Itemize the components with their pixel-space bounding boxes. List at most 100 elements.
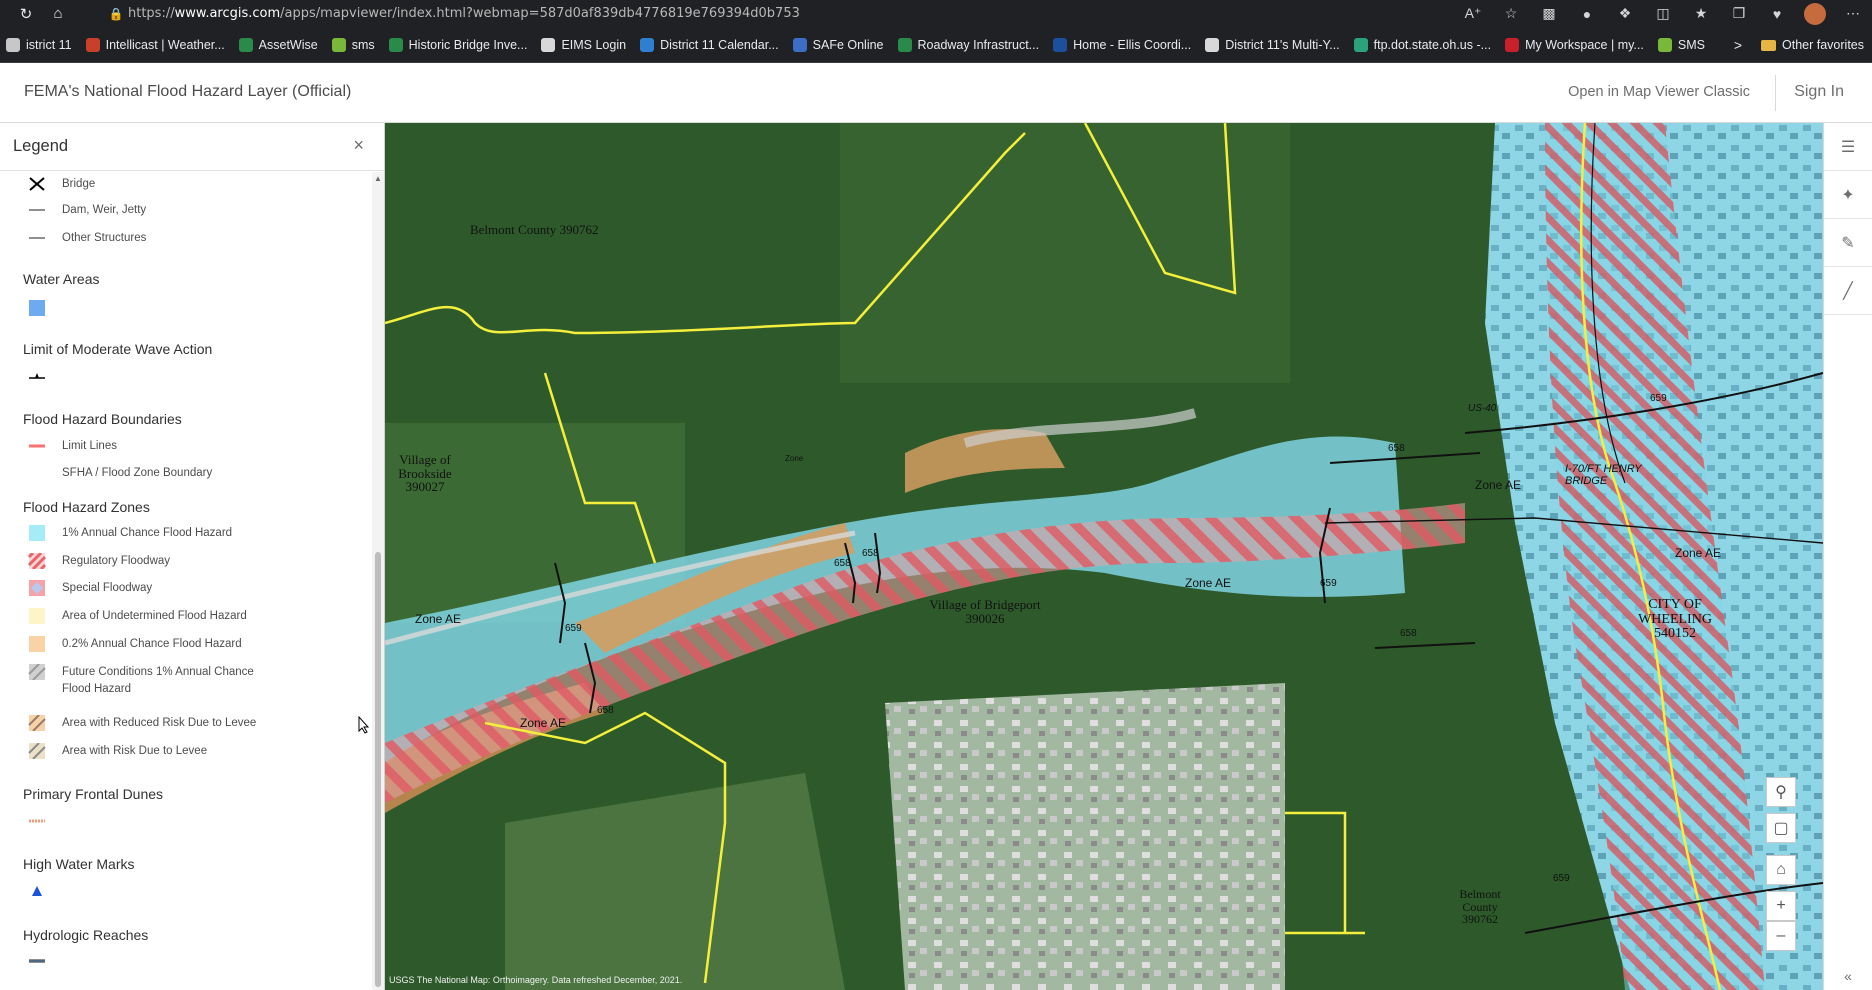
close-icon[interactable]: × bbox=[353, 135, 364, 156]
favorite-item[interactable]: District 11's Multi-Y... bbox=[1199, 27, 1347, 62]
legend-item-label: Area with Reduced Risk Due to Levee bbox=[62, 717, 257, 729]
address-bar[interactable]: 🔒 https://www.arcgis.com/apps/mapviewer/… bbox=[104, 2, 1444, 25]
favorite-icon bbox=[388, 37, 403, 52]
favorite-label: ftp.dot.state.oh.us -... bbox=[1373, 37, 1492, 52]
favorite-icon bbox=[1505, 37, 1520, 52]
zone-swatch-reduced-levee bbox=[28, 715, 46, 731]
favorite-item[interactable]: Home - Ellis Coordi... bbox=[1047, 27, 1199, 62]
favorite-label: AssetWise bbox=[258, 37, 318, 52]
reach-line-icon bbox=[29, 959, 45, 963]
open-classic-link[interactable]: Open in Map Viewer Classic bbox=[1568, 84, 1750, 100]
collections-icon[interactable]: ❐ bbox=[1720, 5, 1758, 22]
legend-item-label: Area with Risk Due to Levee bbox=[62, 745, 208, 757]
url-prefix: https:// bbox=[128, 6, 175, 21]
bulb-icon[interactable]: ● bbox=[1568, 6, 1606, 22]
line-icon bbox=[29, 237, 45, 239]
favorites-icon[interactable]: ★ bbox=[1682, 5, 1720, 22]
zone-label: Zone AE bbox=[1675, 546, 1722, 560]
favorite-icon bbox=[1353, 37, 1368, 52]
zoom-out-button[interactable]: – bbox=[1766, 921, 1796, 951]
favorite-icon bbox=[85, 37, 100, 52]
effects-icon[interactable]: ✦ bbox=[1824, 171, 1872, 219]
favorite-item[interactable]: District 11 Calendar... bbox=[634, 27, 787, 62]
split-screen-icon[interactable]: ◫ bbox=[1644, 5, 1682, 22]
zone-label: Zone AE bbox=[520, 716, 567, 730]
favorite-label: istrict 11 bbox=[26, 37, 72, 52]
scroll-thumb[interactable] bbox=[375, 552, 381, 987]
refresh-icon[interactable]: ↻ bbox=[10, 0, 42, 27]
heart-icon[interactable]: ♥ bbox=[1758, 6, 1796, 22]
favorite-label: District 11 Calendar... bbox=[660, 37, 779, 52]
folder-icon bbox=[1761, 39, 1777, 51]
favorite-item[interactable]: SAFe Online bbox=[787, 27, 892, 62]
legend-item-future-conditions: Future Conditions 1% Annual Chance Flood… bbox=[28, 664, 282, 697]
map-view[interactable]: Belmont County 390762 Village of Brooksi… bbox=[385, 123, 1823, 990]
scroll-up-icon[interactable]: ▲ bbox=[374, 174, 382, 183]
puzzle-icon[interactable]: ❖ bbox=[1606, 5, 1644, 22]
zone-swatch-floodway bbox=[28, 553, 46, 569]
legend-scrollbar[interactable]: ▲ bbox=[372, 172, 384, 990]
legend-item-water bbox=[28, 300, 62, 316]
legend-item-reduced-risk-levee: Area with Reduced Risk Due to Levee bbox=[28, 715, 256, 731]
search-icon[interactable]: ⚲ bbox=[1766, 777, 1796, 807]
zone-swatch-1pct bbox=[29, 525, 45, 541]
avatar[interactable] bbox=[1804, 2, 1826, 25]
favorite-star-icon[interactable]: ☆ bbox=[1492, 5, 1530, 22]
zoom-in-button[interactable]: + bbox=[1766, 891, 1796, 921]
label-belmont-county-top: Belmont County 390762 bbox=[470, 222, 599, 237]
home-icon[interactable]: ⌂ bbox=[1766, 855, 1796, 885]
cursor-icon bbox=[358, 716, 370, 734]
screen-icon[interactable]: ▢ bbox=[1766, 813, 1796, 843]
favorite-label: sms bbox=[351, 37, 375, 52]
bfe-label: 659 bbox=[1553, 873, 1570, 884]
favorite-label: EIMS Login bbox=[561, 37, 627, 52]
legend-section-reaches: Hydrologic Reaches bbox=[23, 927, 149, 943]
legend-item-wave bbox=[28, 368, 62, 384]
label-city-wheeling: CITY OF WHEELING 540152 bbox=[1638, 597, 1712, 642]
favorite-item[interactable]: SMS bbox=[1652, 27, 1713, 62]
sign-in-button[interactable]: Sign In bbox=[1794, 83, 1844, 101]
favorite-item[interactable]: EIMS Login bbox=[535, 27, 634, 62]
settings-sliders-icon[interactable]: ☰ bbox=[1824, 123, 1872, 171]
legend-panel: Legend × Bridge Dam, Weir, Jetty Other S… bbox=[0, 123, 385, 990]
favorite-label: Home - Ellis Coordi... bbox=[1073, 37, 1192, 52]
legend-item-label: Limit Lines bbox=[62, 440, 117, 452]
favorites-more-icon[interactable]: > bbox=[1734, 27, 1742, 62]
legend-item-undetermined: Area of Undetermined Flood Hazard bbox=[28, 608, 247, 624]
page-title: FEMA's National Flood Hazard Layer (Offi… bbox=[24, 83, 352, 100]
expand-icon[interactable]: « bbox=[1824, 968, 1872, 984]
legend-item-label: Area of Undetermined Flood Hazard bbox=[62, 610, 247, 622]
map-canvas[interactable] bbox=[385, 123, 1823, 990]
favorite-item[interactable]: Historic Bridge Inve... bbox=[383, 27, 536, 62]
favorite-item[interactable]: sms bbox=[326, 27, 383, 62]
zone-swatch-future bbox=[28, 664, 46, 680]
legend-section-dunes: Primary Frontal Dunes bbox=[23, 786, 164, 802]
extension-icon[interactable]: ▩ bbox=[1530, 5, 1568, 22]
zone-swatch-undetermined bbox=[29, 608, 45, 624]
favorite-item[interactable]: AssetWise bbox=[233, 27, 326, 62]
favorite-item[interactable]: Roadway Infrastruct... bbox=[892, 27, 1048, 62]
favorite-item[interactable]: Intellicast | Weather... bbox=[80, 27, 233, 62]
read-aloud-icon[interactable]: A⁺ bbox=[1454, 5, 1492, 22]
favorite-icon bbox=[331, 37, 346, 52]
favorite-item[interactable]: istrict 11 bbox=[0, 27, 80, 62]
zone-label: Zone AE bbox=[1475, 478, 1522, 492]
favorite-icon bbox=[238, 37, 253, 52]
legend-item-label: 0.2% Annual Chance Flood Hazard bbox=[62, 638, 242, 650]
measure-icon[interactable]: ╱ bbox=[1824, 267, 1872, 315]
bfe-label: 659 bbox=[565, 623, 582, 634]
legend-item-label: Future Conditions 1% Annual Chance Flood… bbox=[62, 666, 254, 695]
other-favorites[interactable]: Other favorites bbox=[1761, 27, 1864, 62]
favorite-item[interactable]: My Workspace | my... bbox=[1499, 27, 1652, 62]
home-icon[interactable]: ⌂ bbox=[42, 0, 74, 27]
favorite-icon bbox=[640, 37, 655, 52]
legend-item-sfha: SFHA / Flood Zone Boundary bbox=[28, 465, 212, 481]
more-icon[interactable]: ⋯ bbox=[1834, 5, 1872, 22]
favorite-item[interactable]: ftp.dot.state.oh.us -... bbox=[1348, 27, 1499, 62]
legend-item-dunes bbox=[28, 813, 62, 829]
sfha-swatch bbox=[28, 465, 46, 481]
label-belmont-county-bottom: Belmont County 390762 bbox=[1459, 887, 1501, 927]
favorite-icon bbox=[541, 37, 556, 52]
legend-item-hwm bbox=[28, 883, 62, 899]
sketch-icon[interactable]: ✎ bbox=[1824, 219, 1872, 267]
